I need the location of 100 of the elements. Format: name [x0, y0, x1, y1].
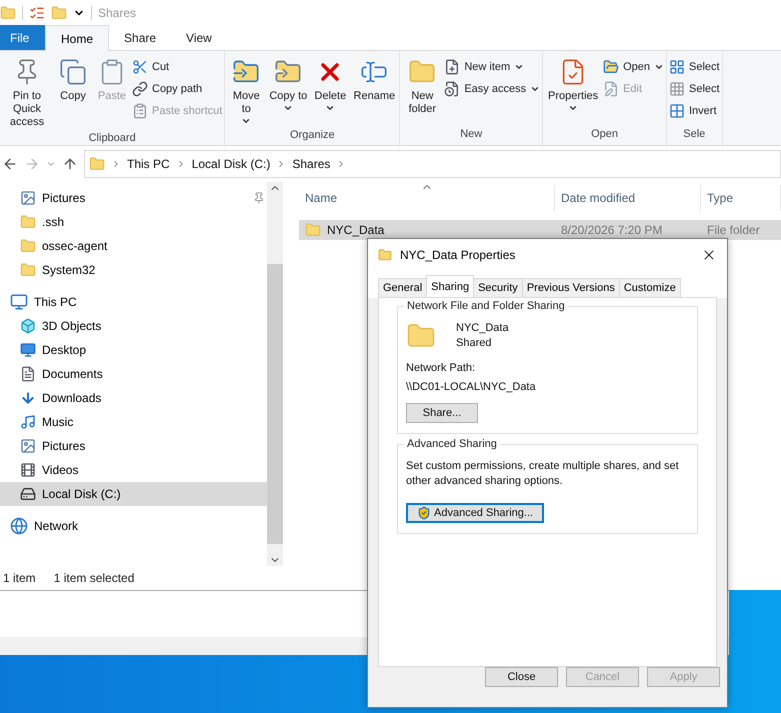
folder-icon: [20, 262, 36, 278]
clipboard-list-icon: [132, 103, 148, 119]
network-path: \\DC01-LOCAL\NYC_Data: [406, 380, 537, 395]
nav-item[interactable]: 3D Objects: [0, 314, 267, 338]
dialog-title: NYC_Data Properties: [400, 248, 516, 262]
document-icon: [20, 366, 36, 382]
ribbon-button[interactable]: Copy to: [267, 55, 310, 126]
folder-icon: [20, 214, 36, 230]
scissors-icon: [132, 59, 148, 75]
group-label: New: [459, 127, 484, 142]
cube-icon: [20, 318, 36, 334]
nav-item[interactable]: Music: [0, 410, 267, 434]
ribbon-button[interactable]: Properties: [545, 55, 602, 125]
pin-icon: [253, 192, 265, 204]
dialog-tab[interactable]: Customize: [618, 278, 681, 298]
column-header[interactable]: Name: [299, 185, 555, 211]
group-label: Open: [590, 127, 619, 142]
group-heading: Advanced Sharing: [404, 438, 500, 450]
ribbon-button[interactable]: Select: [669, 57, 720, 77]
ribbon-button[interactable]: Move to: [227, 55, 266, 126]
nav-item[interactable]: .ssh: [0, 210, 267, 234]
nav-item[interactable]: Local Disk (C:): [0, 482, 267, 506]
ribbon-button[interactable]: Copy path: [132, 79, 222, 99]
date-cell-text: 8/20/2026 7:20 PM: [560, 223, 664, 237]
picture-icon: [20, 438, 36, 454]
group-label: Clipboard: [88, 131, 137, 146]
nav-item[interactable]: Network: [0, 514, 267, 538]
file-plus-icon: [444, 59, 460, 75]
folder-icon: [89, 156, 105, 172]
share-button[interactable]: Share...: [406, 403, 478, 423]
ribbon-button[interactable]: Copy: [54, 55, 92, 129]
nav-item[interactable]: ossec-agent: [0, 234, 267, 258]
item-count: 1 item: [3, 571, 36, 585]
ribbon-button[interactable]: Delete: [311, 55, 350, 126]
up-icon[interactable]: [62, 156, 78, 172]
film-icon: [20, 462, 36, 478]
picture-icon: [20, 190, 36, 206]
dialog-tab[interactable]: General: [378, 278, 428, 298]
folder-icon: [378, 248, 392, 262]
breadcrumb[interactable]: This PC: [127, 157, 170, 171]
path-label: Network Path:: [406, 361, 476, 376]
file-row[interactable]: NYC_Data 8/20/2026 7:20 PM File folder: [299, 220, 781, 240]
breadcrumb[interactable]: Local Disk (C:): [192, 157, 270, 171]
ribbon-button[interactable]: Select: [669, 79, 720, 99]
arrow-down-icon: [20, 390, 36, 406]
group-label: Sele: [682, 127, 706, 142]
grid-icon: [669, 103, 685, 119]
copy-icon: [59, 58, 87, 86]
share-status: Shared: [456, 336, 492, 351]
ribbon-button[interactable]: New item: [444, 57, 540, 77]
nav-item[interactable]: Pictures: [0, 186, 267, 210]
monitor-icon: [10, 293, 28, 311]
nav-item[interactable]: Desktop: [0, 338, 267, 362]
ribbon-button[interactable]: Rename: [351, 55, 398, 126]
dialog-button[interactable]: Close: [485, 667, 558, 687]
nav-item[interactable]: Pictures: [0, 434, 267, 458]
dialog-tab[interactable]: Previous Versions: [522, 278, 620, 298]
ribbon-tab[interactable]: View: [171, 25, 227, 50]
ribbon-tab[interactable]: File: [0, 25, 45, 50]
nav-item[interactable]: System32: [0, 258, 267, 282]
dialog-tab[interactable]: Security: [473, 278, 523, 298]
nav-item[interactable]: Downloads: [0, 386, 267, 410]
column-header[interactable]: Type: [701, 185, 781, 211]
selection-count: 1 item selected: [54, 571, 134, 585]
folder-icon: [603, 59, 620, 75]
nav-item[interactable]: Videos: [0, 458, 267, 482]
address-bar[interactable]: This PC Local Disk (C:) Shares: [84, 150, 781, 178]
group-label: Organize: [289, 128, 336, 143]
ribbon-button[interactable]: Open: [603, 57, 664, 77]
breadcrumb[interactable]: Shares: [292, 157, 330, 171]
link-icon: [132, 81, 148, 97]
checklist-icon[interactable]: [29, 4, 45, 20]
ribbon-button[interactable]: Easy access: [444, 79, 540, 99]
nav-item[interactable]: Documents: [0, 362, 267, 386]
ribbon-button[interactable]: Invert: [669, 101, 720, 121]
grid-icon: [669, 59, 685, 75]
folder-name: NYC_Data: [456, 321, 509, 336]
type-cell-text: File folder: [706, 223, 761, 237]
scrollbar-thumb[interactable]: [267, 264, 283, 544]
grid-icon: [669, 81, 685, 97]
advanced-sharing-button[interactable]: Advanced Sharing...: [406, 503, 544, 523]
file-clock-icon: [444, 81, 460, 97]
back-icon[interactable]: [2, 156, 18, 172]
globe-icon: [10, 517, 28, 535]
scrollbar[interactable]: [267, 182, 283, 566]
file-name: NYC_Data: [327, 223, 384, 237]
monitor-icon: [20, 342, 36, 358]
group-heading: Network File and Folder Sharing: [404, 300, 568, 312]
description: Set custom permissions, create multiple shares, and set other advanced sharing options.: [406, 459, 680, 489]
ribbon-button[interactable]: Pin to Quick access: [2, 55, 52, 129]
nav-item[interactable]: This PC: [0, 290, 267, 314]
ribbon-button[interactable]: New folder: [402, 55, 442, 125]
ribbon-tab[interactable]: Home: [45, 25, 110, 51]
shield-icon: [417, 506, 431, 520]
music-note-icon: [20, 414, 36, 430]
column-header[interactable]: Date modified: [555, 185, 701, 211]
ribbon-button[interactable]: Cut: [132, 57, 222, 77]
ribbon-tab[interactable]: Share: [109, 25, 172, 50]
drive-icon: [20, 486, 36, 502]
folder-icon: [20, 238, 36, 254]
